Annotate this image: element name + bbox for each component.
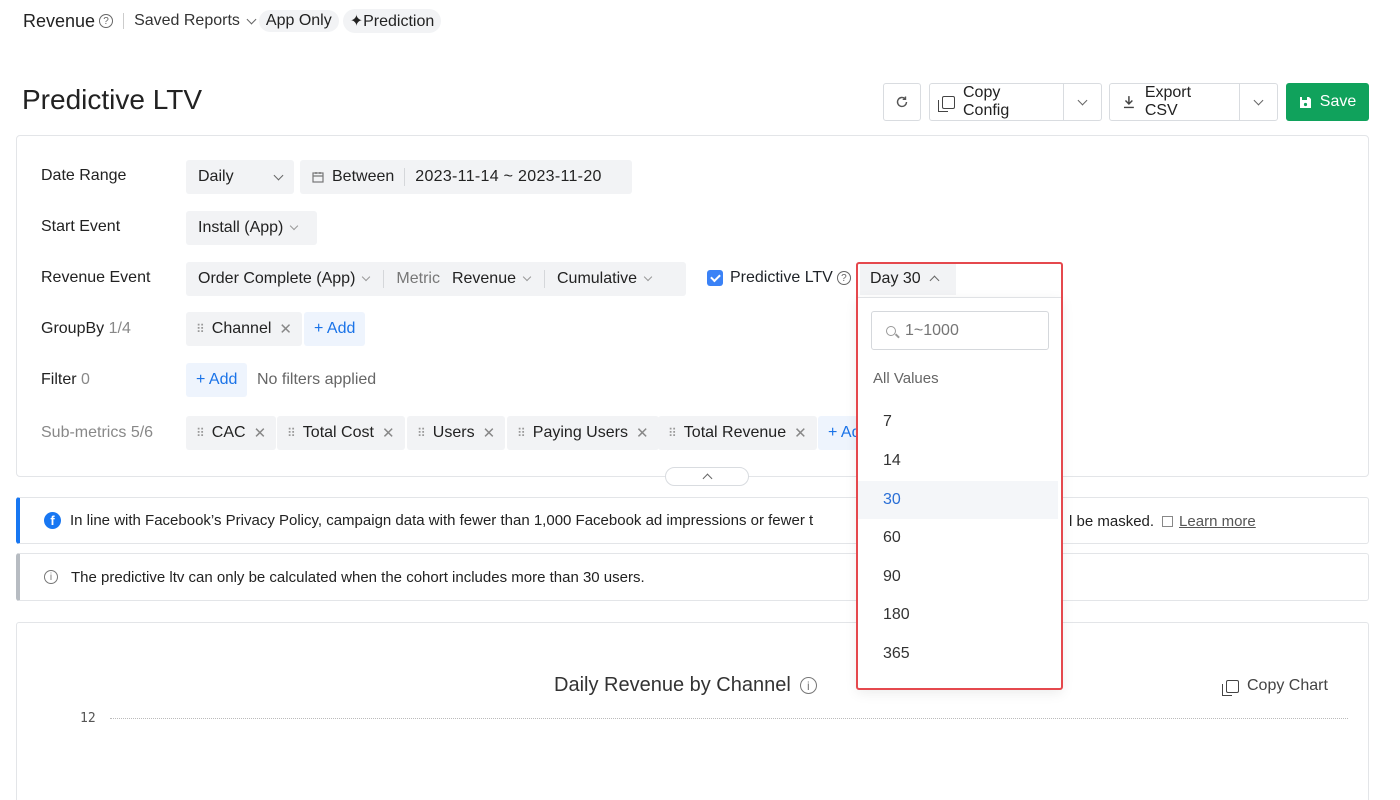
drag-handle-icon[interactable]: ⠿ xyxy=(196,322,205,336)
revenue-event-label: Revenue Event xyxy=(41,269,151,286)
chevron-down-icon xyxy=(1077,95,1088,105)
save-button[interactable]: Save xyxy=(1286,83,1369,121)
dropdown-option[interactable]: 60 xyxy=(858,519,1058,557)
dropdown-option[interactable]: 90 xyxy=(858,558,1058,596)
app-only-badge: App Only xyxy=(258,10,339,32)
add-submetric-button[interactable]: + Ad xyxy=(818,416,858,450)
day-search-field[interactable] xyxy=(871,311,1049,350)
filter-empty-text: No filters applied xyxy=(257,371,377,388)
granularity-select[interactable]: Daily xyxy=(186,160,294,194)
chevron-up-icon xyxy=(929,275,940,286)
help-icon[interactable]: ? xyxy=(99,14,114,28)
close-icon[interactable]: ✕ xyxy=(483,424,496,442)
download-icon xyxy=(1123,96,1134,109)
revenue-event-group: Order Complete (App) Metric Revenue Cumul… xyxy=(186,262,686,296)
info-icon: i xyxy=(44,570,58,584)
aggregation-select[interactable]: Cumulative xyxy=(557,270,653,288)
info-icon[interactable]: i xyxy=(799,677,817,694)
start-event-select[interactable]: Install (App) xyxy=(186,211,317,245)
dropdown-option[interactable]: 7 xyxy=(858,403,1058,441)
date-range-label: Date Range xyxy=(41,167,127,184)
search-icon xyxy=(886,325,896,336)
submetric-chip[interactable]: ⠿ CAC ✕ xyxy=(186,416,277,450)
submetric-chip[interactable]: ⠿ Total Cost ✕ xyxy=(277,416,405,450)
top-bar: Revenue ? Saved Reports App Only ✦Predic… xyxy=(23,9,442,33)
facebook-icon: f xyxy=(44,512,61,529)
chevron-down-icon xyxy=(522,272,532,282)
chevron-down-icon xyxy=(1253,95,1264,105)
close-icon[interactable]: ✕ xyxy=(254,424,267,442)
divider xyxy=(123,13,125,29)
dropdown-option[interactable]: 14 xyxy=(858,442,1058,480)
chevron-down-icon xyxy=(273,170,284,180)
drag-handle-icon[interactable]: ⠿ xyxy=(417,426,426,440)
filter-label: Filter 0 xyxy=(41,371,90,388)
export-menu-button[interactable] xyxy=(1239,84,1277,120)
add-groupby-button[interactable]: + Add xyxy=(304,312,366,346)
dropdown-option[interactable]: 180 xyxy=(858,596,1058,634)
copy-config-menu-button[interactable] xyxy=(1063,84,1101,120)
chevron-down-icon xyxy=(246,14,257,24)
drag-handle-icon[interactable]: ⠿ xyxy=(196,426,205,440)
drag-handle-icon[interactable]: ⠿ xyxy=(668,426,677,440)
sparkle-icon: ✦ xyxy=(349,13,364,30)
copy-chart-button[interactable]: Copy Chart xyxy=(1222,677,1328,696)
saved-reports-dropdown[interactable]: Saved Reports xyxy=(134,12,257,30)
chevron-down-icon xyxy=(362,272,371,282)
prediction-day-select[interactable]: Day 30 xyxy=(860,262,956,295)
close-icon[interactable]: ✕ xyxy=(794,424,807,442)
date-range-picker[interactable]: Between 2023-11-14 ~ 2023-11-20 xyxy=(300,160,632,194)
page-title: Predictive LTV xyxy=(22,84,202,115)
save-icon xyxy=(1299,96,1311,108)
submetric-chip[interactable]: ⠿ Paying Users ✕ xyxy=(507,416,659,450)
chart-title: Daily Revenue by Channel i xyxy=(554,674,817,697)
add-filter-button[interactable]: + Add xyxy=(186,363,248,397)
collapse-panel-button[interactable] xyxy=(665,467,749,486)
start-event-label: Start Event xyxy=(41,218,121,235)
predictive-info-notice: i The predictive ltv can only be calcula… xyxy=(16,553,1369,601)
chevron-down-icon xyxy=(290,221,299,231)
drag-handle-icon[interactable]: ⠿ xyxy=(517,426,526,440)
dropdown-option[interactable]: 365 xyxy=(858,635,1058,673)
copy-icon xyxy=(1222,679,1239,696)
predictive-ltv-checkbox[interactable] xyxy=(707,270,723,286)
copy-icon xyxy=(938,95,955,112)
groupby-label: GroupBy 1/4 xyxy=(41,320,131,337)
chevron-up-icon xyxy=(702,473,712,484)
chart-gridline xyxy=(110,718,1348,719)
metric-select[interactable]: Metric Revenue xyxy=(396,270,532,288)
refresh-button[interactable] xyxy=(883,83,921,121)
dropdown-option-selected[interactable]: 30 xyxy=(858,481,1058,519)
revenue-event-select[interactable]: Order Complete (App) xyxy=(198,270,371,288)
prediction-badge: ✦Prediction xyxy=(342,9,442,33)
close-icon[interactable]: ✕ xyxy=(636,424,649,442)
submetrics-label: Sub-metrics 5/6 xyxy=(41,424,154,441)
refresh-icon xyxy=(896,96,908,108)
calendar-icon xyxy=(312,172,324,183)
facebook-notice-tail: l be masked. Learn more xyxy=(1069,513,1256,530)
chevron-down-icon xyxy=(643,272,653,282)
close-icon[interactable]: ✕ xyxy=(279,320,292,338)
drag-handle-icon[interactable]: ⠿ xyxy=(287,426,296,440)
external-link-icon xyxy=(1162,516,1174,527)
predictive-ltv-label: Predictive LTV? xyxy=(730,269,851,287)
dropdown-group-label: All Values xyxy=(873,370,939,387)
groupby-chip[interactable]: ⠿ Channel ✕ xyxy=(186,312,302,346)
section-title: Revenue xyxy=(23,10,96,31)
export-csv-button[interactable]: Export CSV xyxy=(1109,83,1278,121)
y-axis-tick: 12 xyxy=(80,711,96,726)
day-search-input[interactable] xyxy=(905,321,1035,340)
chart-card xyxy=(16,622,1369,800)
submetric-chip[interactable]: ⠿ Users ✕ xyxy=(407,416,506,450)
help-icon[interactable]: ? xyxy=(836,271,851,285)
close-icon[interactable]: ✕ xyxy=(382,424,395,442)
copy-config-button[interactable]: Copy Config xyxy=(929,83,1102,121)
learn-more-link[interactable]: Learn more xyxy=(1179,513,1256,530)
submetric-chip[interactable]: ⠿ Total Revenue ✕ xyxy=(658,416,817,450)
